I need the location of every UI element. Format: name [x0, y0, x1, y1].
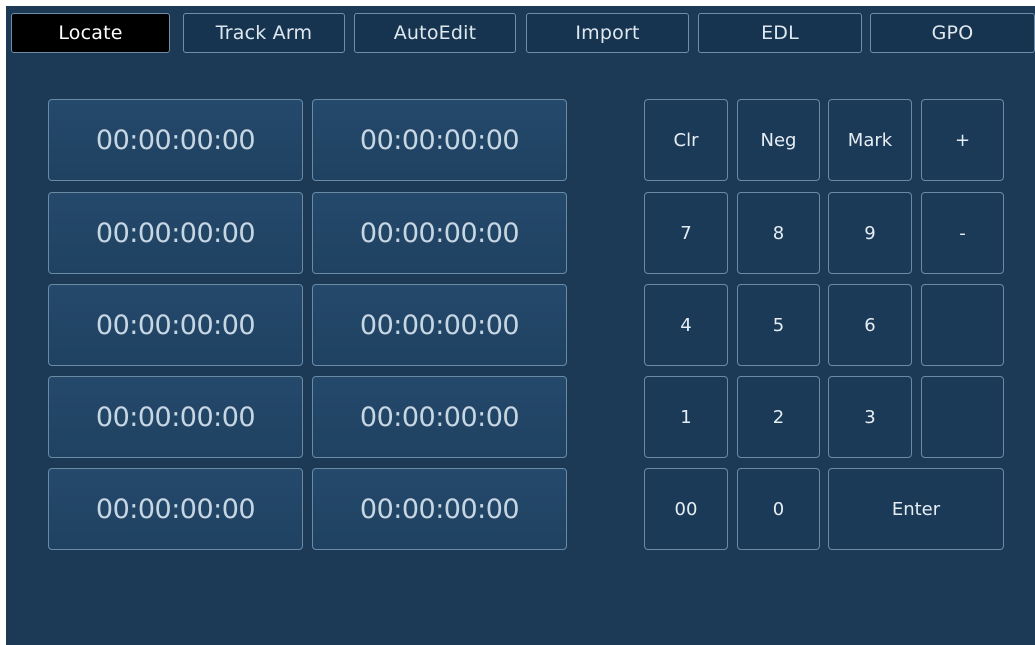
timecode-field[interactable]: 00:00:00:00	[48, 284, 303, 366]
timecode-field[interactable]: 00:00:00:00	[312, 376, 567, 458]
key-4[interactable]: 4	[644, 284, 728, 366]
clear-button[interactable]: Clr	[644, 99, 728, 181]
key-5[interactable]: 5	[737, 284, 820, 366]
key-7[interactable]: 7	[644, 192, 728, 274]
key-9[interactable]: 9	[828, 192, 912, 274]
timecode-field[interactable]: 00:00:00:00	[48, 192, 303, 274]
key-3[interactable]: 3	[828, 376, 912, 458]
tab-autoedit[interactable]: AutoEdit	[354, 13, 516, 53]
key-1[interactable]: 1	[644, 376, 728, 458]
timecode-field[interactable]: 00:00:00:00	[48, 376, 303, 458]
tab-gpo[interactable]: GPO	[870, 13, 1035, 53]
tab-locate[interactable]: Locate	[11, 13, 170, 53]
key-00[interactable]: 00	[644, 468, 728, 550]
minus-button[interactable]: -	[921, 192, 1004, 274]
tab-bar: Locate Track Arm AutoEdit Import EDL GPO	[6, 6, 1035, 63]
locate-panel: Locate Track Arm AutoEdit Import EDL GPO…	[6, 6, 1035, 645]
key-6[interactable]: 6	[828, 284, 912, 366]
timecode-field[interactable]: 00:00:00:00	[312, 99, 567, 181]
key-0[interactable]: 0	[737, 468, 820, 550]
timecode-field[interactable]: 00:00:00:00	[48, 468, 303, 550]
tab-track-arm[interactable]: Track Arm	[183, 13, 345, 53]
enter-button[interactable]: Enter	[828, 468, 1004, 550]
timecode-field[interactable]: 00:00:00:00	[312, 192, 567, 274]
key-8[interactable]: 8	[737, 192, 820, 274]
blank-key[interactable]	[921, 376, 1004, 458]
tab-edl[interactable]: EDL	[698, 13, 862, 53]
timecode-field[interactable]: 00:00:00:00	[312, 468, 567, 550]
negate-button[interactable]: Neg	[737, 99, 820, 181]
plus-button[interactable]: +	[921, 99, 1004, 181]
key-2[interactable]: 2	[737, 376, 820, 458]
blank-key[interactable]	[921, 284, 1004, 366]
timecode-field[interactable]: 00:00:00:00	[48, 99, 303, 181]
mark-button[interactable]: Mark	[828, 99, 912, 181]
tab-import[interactable]: Import	[526, 13, 689, 53]
timecode-field[interactable]: 00:00:00:00	[312, 284, 567, 366]
